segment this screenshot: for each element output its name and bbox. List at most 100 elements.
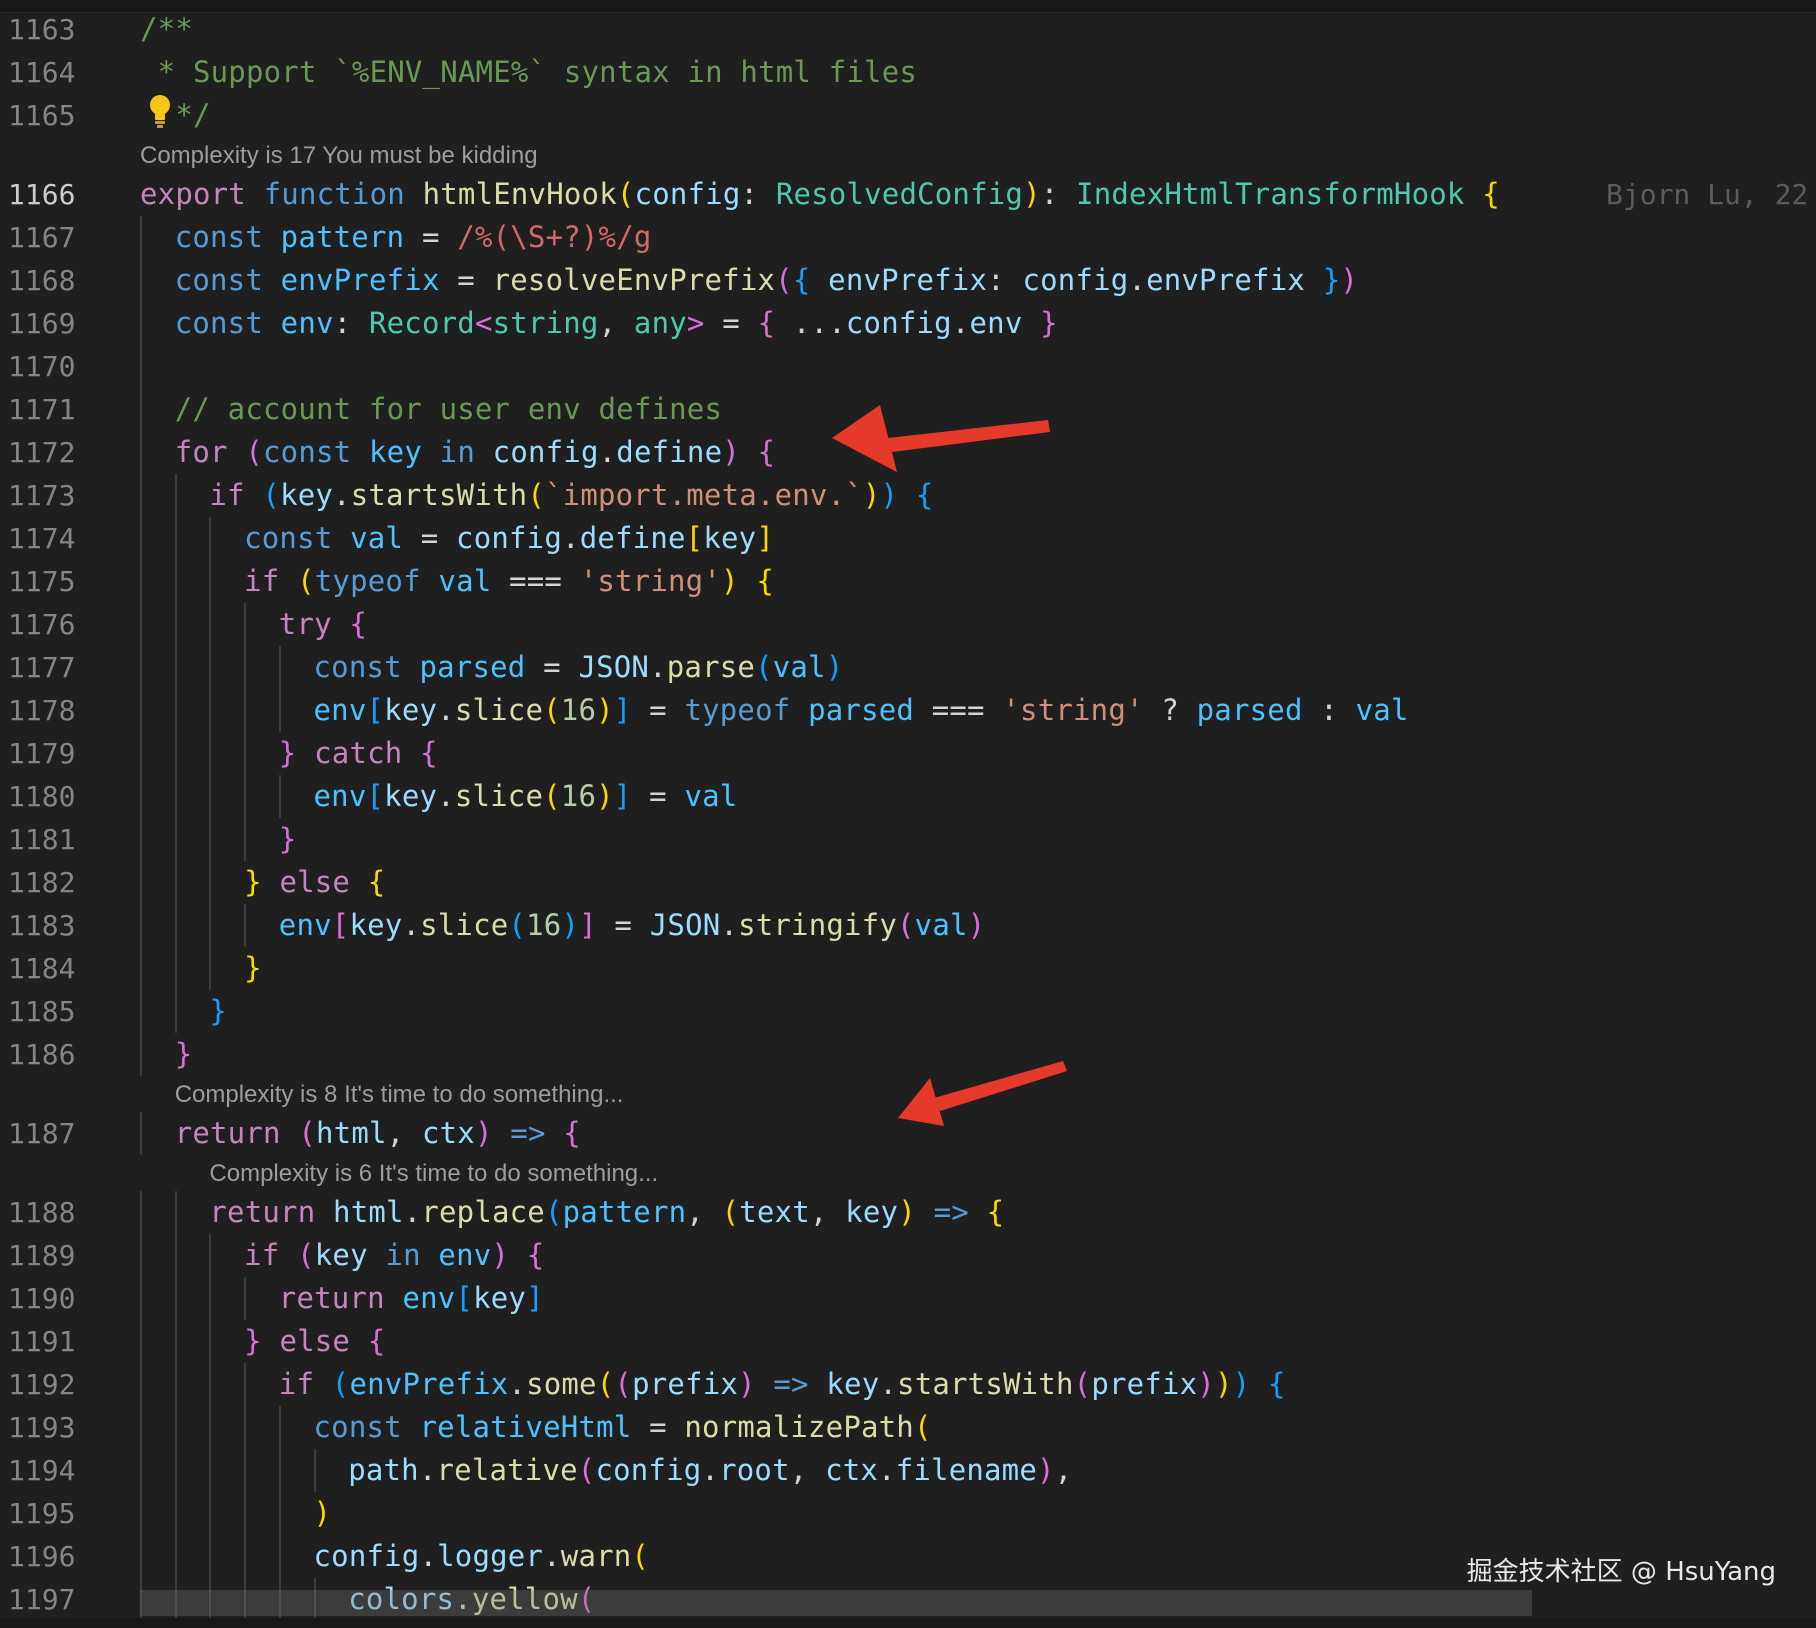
code-text[interactable]: if (key.startsWith(`import.meta.env.`)) … <box>209 474 933 517</box>
line-number[interactable]: 1179 <box>8 732 88 775</box>
code-text[interactable]: } else { <box>244 1320 385 1363</box>
code-line[interactable]: 1181} <box>0 818 1816 861</box>
code-text[interactable]: if (key in env) { <box>244 1234 544 1277</box>
code-text[interactable]: return html.replace(pattern, (text, key)… <box>209 1191 1004 1234</box>
line-number[interactable]: 1163 <box>8 8 88 51</box>
code-text[interactable]: return (html, ctx) => { <box>175 1112 581 1155</box>
complexity-codelens[interactable]: Complexity is 6 It's time to do somethin… <box>209 1157 658 1191</box>
code-text[interactable]: const pattern = /%(\S+?)%/g <box>175 216 652 259</box>
line-number[interactable]: 1190 <box>8 1277 88 1320</box>
code-line[interactable]: 1189 if (key in env) { <box>0 1234 1816 1277</box>
code-editor[interactable]: 1163 /** 1164 * Support `%ENV_NAME%` synta… <box>0 0 1816 1628</box>
line-number[interactable]: 1168 <box>8 259 88 302</box>
lightbulb-icon[interactable] <box>146 93 174 129</box>
code-text[interactable]: } else { <box>244 861 385 904</box>
line-number[interactable]: 1182 <box>8 861 88 904</box>
code-line[interactable]: 1175 if (typeof val === 'string') { <box>0 560 1816 603</box>
code-text[interactable]: } catch { <box>279 732 438 775</box>
code-area[interactable]: 1163 /** 1164 * Support `%ENV_NAME%` synta… <box>0 0 1816 1628</box>
code-line[interactable]: 1188 return html.replace(pattern, (text, … <box>0 1191 1816 1234</box>
line-number[interactable]: 1196 <box>8 1535 88 1578</box>
line-number[interactable]: 1187 <box>8 1112 88 1155</box>
code-line[interactable]: 1176 try { <box>0 603 1816 646</box>
code-line[interactable]: 1166 export function htmlEnvHook(config: … <box>0 173 1816 216</box>
line-number[interactable]: 1178 <box>8 689 88 732</box>
line-number[interactable]: 1173 <box>8 474 88 517</box>
code-text[interactable]: const val = config.define[key] <box>244 517 774 560</box>
code-text[interactable]: config.logger.warn( <box>314 1535 650 1578</box>
code-text[interactable]: } <box>244 947 262 990</box>
line-number[interactable]: 1185 <box>8 990 88 1033</box>
code-line[interactable]: 1171 // account for user env defines <box>0 388 1816 431</box>
code-line[interactable]: 1174 const val = config.define[key] <box>0 517 1816 560</box>
line-number[interactable]: 1193 <box>8 1406 88 1449</box>
code-line[interactable]: 1177 const parsed = JSON.parse(val) <box>0 646 1816 689</box>
line-number[interactable]: 1194 <box>8 1449 88 1492</box>
git-blame-annotation[interactable]: Bjorn Lu, 22 <box>1606 173 1808 216</box>
code-text[interactable]: // account for user env defines <box>175 388 722 431</box>
code-text[interactable]: } <box>209 990 227 1033</box>
line-number[interactable]: 1175 <box>8 560 88 603</box>
code-line[interactable]: 1195) <box>0 1492 1816 1535</box>
line-number[interactable]: 1171 <box>8 388 88 431</box>
code-text[interactable]: path.relative(config.root, ctx.filename)… <box>348 1449 1072 1492</box>
line-number[interactable]: 1174 <box>8 517 88 560</box>
code-line[interactable]: 1183 env[key.slice(16)] = JSON.stringify(… <box>0 904 1816 947</box>
line-number[interactable]: 1166 <box>8 173 88 216</box>
code-text[interactable]: export function htmlEnvHook(config: Reso… <box>140 173 1500 216</box>
line-number[interactable]: 1172 <box>8 431 88 474</box>
code-text[interactable]: ) <box>314 1492 332 1535</box>
code-line[interactable]: 1179 } catch { <box>0 732 1816 775</box>
code-text[interactable]: return env[key] <box>279 1277 544 1320</box>
code-line[interactable]: 1164 * Support `%ENV_NAME%` syntax in ht… <box>0 51 1816 94</box>
code-line[interactable]: 1172 for (const key in config.define) { <box>0 431 1816 474</box>
code-line[interactable]: 1165 */ <box>0 94 1816 137</box>
line-number[interactable]: 1170 <box>8 345 88 388</box>
code-text[interactable]: /** <box>140 8 193 51</box>
line-number[interactable]: 1197 <box>8 1578 88 1621</box>
code-line[interactable]: 1192 if (envPrefix.some((prefix) => key.s… <box>0 1363 1816 1406</box>
code-text[interactable]: env[key.slice(16)] = JSON.stringify(val) <box>279 904 986 947</box>
line-number[interactable]: 1188 <box>8 1191 88 1234</box>
code-text[interactable]: const envPrefix = resolveEnvPrefix({ env… <box>175 259 1358 302</box>
complexity-codelens[interactable]: Complexity is 17 You must be kidding <box>140 139 538 173</box>
code-line[interactable]: 1194 path.relative(config.root, ctx.filen… <box>0 1449 1816 1492</box>
line-number[interactable]: 1176 <box>8 603 88 646</box>
code-line[interactable]: 1173 if (key.startsWith(`import.meta.env.… <box>0 474 1816 517</box>
line-number[interactable]: 1192 <box>8 1363 88 1406</box>
code-text[interactable]: if (typeof val === 'string') { <box>244 560 774 603</box>
line-number[interactable]: 1191 <box>8 1320 88 1363</box>
line-number[interactable]: 1183 <box>8 904 88 947</box>
code-text[interactable]: * Support `%ENV_NAME%` syntax in html fi… <box>140 51 917 94</box>
line-number[interactable]: 1181 <box>8 818 88 861</box>
code-text[interactable]: try { <box>279 603 367 646</box>
line-number[interactable]: 1186 <box>8 1033 88 1076</box>
code-line[interactable]: 1180 env[key.slice(16)] = val <box>0 775 1816 818</box>
code-text[interactable]: if (envPrefix.some((prefix) => key.start… <box>279 1363 1286 1406</box>
code-text[interactable]: const env: Record<string, any> = { ...co… <box>175 302 1058 345</box>
line-number[interactable]: 1180 <box>8 775 88 818</box>
code-line[interactable]: 1185} <box>0 990 1816 1033</box>
code-text[interactable]: const relativeHtml = normalizePath( <box>314 1406 932 1449</box>
code-text[interactable]: env[key.slice(16)] = val <box>314 775 738 818</box>
code-line[interactable]: 1163 /** <box>0 8 1816 51</box>
code-line[interactable]: 1186} <box>0 1033 1816 1076</box>
code-text[interactable]: for (const key in config.define) { <box>175 431 776 474</box>
code-text[interactable]: env[key.slice(16)] = typeof parsed === '… <box>314 689 1409 732</box>
code-line[interactable]: 1193 const relativeHtml = normalizePath( <box>0 1406 1816 1449</box>
code-line[interactable]: 1169 const env: Record<string, any> = { .… <box>0 302 1816 345</box>
line-number[interactable]: 1189 <box>8 1234 88 1277</box>
code-line[interactable]: 1182 } else { <box>0 861 1816 904</box>
code-line[interactable]: 1168 const envPrefix = resolveEnvPrefix({… <box>0 259 1816 302</box>
code-line[interactable]: 1187 return (html, ctx) => { <box>0 1112 1816 1155</box>
line-number[interactable]: 1169 <box>8 302 88 345</box>
line-number[interactable]: 1177 <box>8 646 88 689</box>
code-line[interactable]: 1184} <box>0 947 1816 990</box>
line-number[interactable]: 1165 <box>8 94 88 137</box>
code-line[interactable]: 1178 env[key.slice(16)] = typeof parsed =… <box>0 689 1816 732</box>
code-line[interactable]: 1170 <box>0 345 1816 388</box>
horizontal-scrollbar[interactable] <box>140 1590 1532 1616</box>
line-number[interactable]: 1164 <box>8 51 88 94</box>
code-line[interactable]: 1190 return env[key] <box>0 1277 1816 1320</box>
line-number[interactable]: 1184 <box>8 947 88 990</box>
